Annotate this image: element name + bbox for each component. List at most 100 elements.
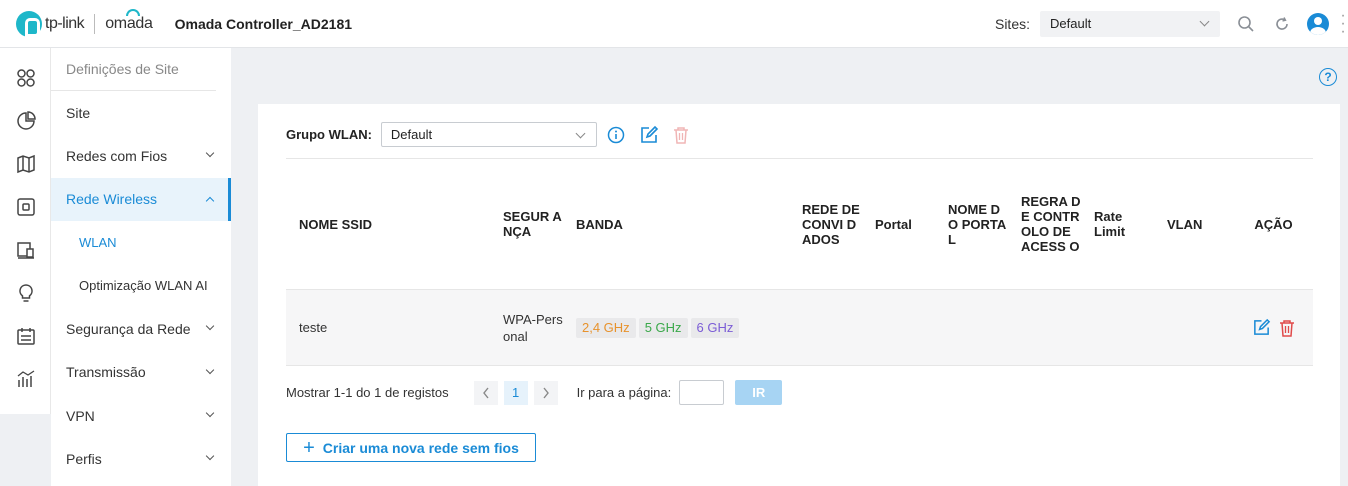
col-portal: Portal <box>869 158 942 290</box>
page-number-current[interactable]: 1 <box>503 380 528 405</box>
top-bar: tp-link omada Omada Controller_AD2181 Si… <box>0 0 1348 48</box>
chevron-down-icon <box>1199 16 1210 26</box>
pagination-summary: Mostrar 1-1 do 1 de registos <box>286 385 449 400</box>
go-button[interactable]: IR <box>735 380 783 405</box>
menu-item-wlan[interactable]: WLAN <box>51 221 231 264</box>
goto-page-label: Ir para a página: <box>576 385 672 400</box>
edit-icon[interactable] <box>639 125 659 145</box>
goto-page-input[interactable] <box>679 380 725 405</box>
edit-icon[interactable] <box>1252 318 1271 337</box>
wlan-group-row: Grupo WLAN: Default <box>286 122 689 147</box>
sites-select[interactable]: Default <box>1040 10 1220 37</box>
create-button-label: Criar uma nova rede sem fios <box>322 439 519 456</box>
rail-logs[interactable] <box>0 314 51 357</box>
menu-item-vpn[interactable]: VPN <box>51 394 231 437</box>
refresh-icon <box>1276 16 1288 30</box>
plus-icon: + <box>303 436 315 459</box>
more-menu-icon[interactable]: · · · <box>1338 7 1348 39</box>
chevron-up-icon <box>205 196 215 205</box>
tp-link-text: tp-link <box>45 14 85 32</box>
chevron-right-icon <box>543 387 549 398</box>
device-icon <box>16 197 35 216</box>
table-header-row: NOME SSID SEGUR ANÇA BANDA REDE DE CONVI… <box>286 158 1313 290</box>
menu-item-label: Site <box>66 104 91 121</box>
search-button[interactable] <box>1228 6 1264 42</box>
wlan-group-select[interactable]: Default <box>380 122 597 147</box>
menu-item-label: Segurança da Rede <box>66 321 191 338</box>
cell-access-control-rule <box>1015 289 1088 366</box>
pie-chart-icon <box>16 110 36 130</box>
cell-vlan <box>1161 289 1234 366</box>
col-rate-limit: Rate Limit <box>1088 158 1161 290</box>
col-ssid-name[interactable]: NOME SSID <box>286 158 497 290</box>
col-access-control-rule: REGRA DE CONTR OLO DE ACESS O <box>1015 158 1088 290</box>
refresh-button[interactable] <box>1264 6 1300 42</box>
wlan-group-label: Grupo WLAN: <box>286 127 372 142</box>
col-guest-network: REDE DE CONVI DADOS <box>796 158 869 290</box>
pagination: Mostrar 1-1 do 1 de registos 1 Ir para a… <box>286 380 783 405</box>
wlan-group-value: Default <box>390 127 433 142</box>
settings-menu: Definições de Site Site Redes com Fios R… <box>51 48 231 486</box>
prev-page-button[interactable] <box>473 380 498 405</box>
menu-item-label: Perfis <box>66 451 102 468</box>
chevron-down-icon <box>205 408 215 418</box>
cell-action <box>1234 289 1313 366</box>
col-security: SEGUR ANÇA <box>497 158 570 290</box>
delete-icon[interactable] <box>1279 319 1295 337</box>
cell-security: WPA-Personal <box>497 289 570 366</box>
rail-reports[interactable] <box>0 357 51 400</box>
omada-text: omada <box>105 14 153 32</box>
band-tag-6ghz: 6 GHz <box>690 317 740 338</box>
user-menu-button[interactable] <box>1300 6 1336 42</box>
calendar-icon <box>16 327 35 345</box>
menu-item-wired-networks[interactable]: Redes com Fios <box>51 134 231 177</box>
delete-icon[interactable] <box>673 126 689 144</box>
sites-select-value: Default <box>1050 16 1092 31</box>
menu-item-label: Transmissão <box>66 364 146 381</box>
menu-item-transmission[interactable]: Transmissão <box>51 351 231 394</box>
omada-arc-icon <box>126 8 141 16</box>
wlan-card: Grupo WLAN: Default NOME SSID SEGUR ANÇA… <box>258 104 1340 486</box>
create-wireless-network-button[interactable]: + Criar uma nova rede sem fios <box>286 433 536 462</box>
menu-item-network-security[interactable]: Segurança da Rede <box>51 307 231 350</box>
chevron-down-icon <box>205 322 215 331</box>
cell-ssid: teste <box>286 289 497 366</box>
tp-link-mark-icon <box>16 10 42 37</box>
next-page-button[interactable] <box>533 380 558 405</box>
col-vlan: VLAN <box>1161 158 1234 290</box>
tp-link-logo: tp-link <box>16 10 85 37</box>
rail-statistics[interactable] <box>0 99 51 142</box>
cell-portal <box>869 289 942 366</box>
search-icon <box>1238 15 1254 32</box>
rail-insights[interactable] <box>0 271 51 314</box>
band-tag-5ghz: 5 GHz <box>638 317 688 338</box>
info-icon[interactable] <box>607 126 625 144</box>
cell-band: 2,4 GHz 5 GHz 6 GHz <box>570 289 796 366</box>
rail-clients[interactable] <box>0 228 51 271</box>
rail-dashboard[interactable] <box>0 56 51 99</box>
clients-icon <box>16 241 34 259</box>
chevron-down-icon <box>205 149 215 158</box>
omada-logo: omada <box>105 8 153 33</box>
help-icon[interactable]: ? <box>1319 68 1337 86</box>
wlan-table: NOME SSID SEGUR ANÇA BANDA REDE DE CONVI… <box>286 158 1313 366</box>
rail-map[interactable] <box>0 142 51 185</box>
rail-devices[interactable] <box>0 185 51 228</box>
menu-item-site[interactable]: Site <box>51 91 231 134</box>
sites-label: Sites: <box>994 15 1030 32</box>
col-action: AÇÃO <box>1234 158 1313 290</box>
menu-item-profiles[interactable]: Perfis <box>51 437 231 480</box>
menu-item-wireless-networks[interactable]: Rede Wireless <box>51 177 231 222</box>
menu-item-label: Rede Wireless <box>66 191 158 208</box>
menu-item-wlan-ai-optimization[interactable]: Optimização WLAN AI <box>51 264 231 307</box>
brand-divider <box>94 13 96 34</box>
app-title: Omada Controller_AD2181 <box>174 15 353 32</box>
chevron-down-icon <box>205 452 215 461</box>
band-tag-2-4ghz: 2,4 GHz <box>576 317 636 338</box>
dashboard-icon <box>16 68 35 87</box>
cell-rate-limit <box>1088 289 1161 366</box>
menu-item-label: VPN <box>66 407 95 424</box>
col-band: BANDA <box>570 158 796 290</box>
chevron-down-icon <box>205 365 215 375</box>
table-row: teste WPA-Personal 2,4 GHz 5 GHz 6 GHz <box>286 289 1313 366</box>
